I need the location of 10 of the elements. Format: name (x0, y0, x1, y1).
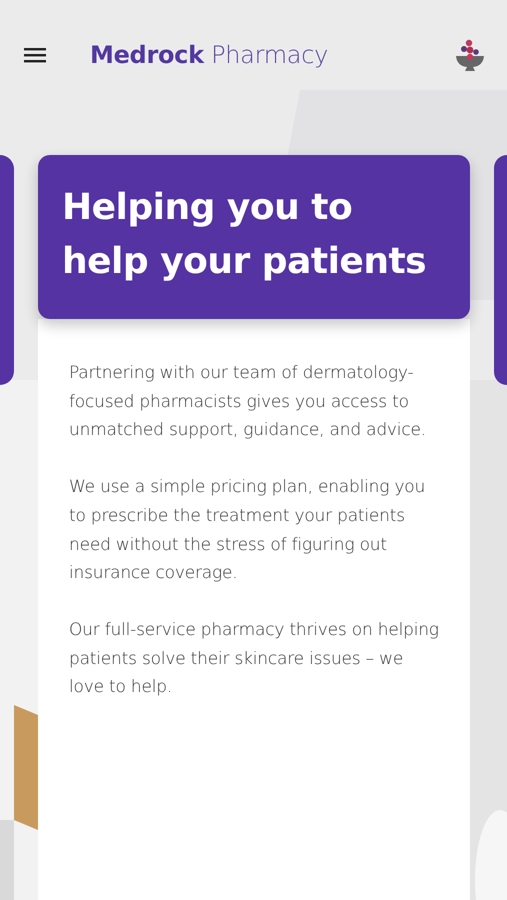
menu-icon (22, 45, 48, 65)
mortar-icon[interactable] (453, 38, 487, 72)
paragraph: Partnering with our team of dermatology-focused pharmacists gives you access to unmatched support, guidance, and advice. (69, 362, 427, 442)
carousel-card[interactable] (0, 155, 14, 385)
carousel-card[interactable] (494, 155, 507, 385)
paragraph: Our full-service pharmacy thrives on helping patients solve their skincare issues – we love to help. (69, 618, 440, 700)
menu-button[interactable] (22, 45, 48, 65)
card-title: Helping you to help your patients (62, 186, 428, 284)
paragraph: We use a simple pricing plan, enabling you to prescribe the treatment your patients need without the stress of figuring out insurance coverage. (69, 476, 426, 586)
logo-text: Medrock Pharmacy (90, 41, 330, 69)
